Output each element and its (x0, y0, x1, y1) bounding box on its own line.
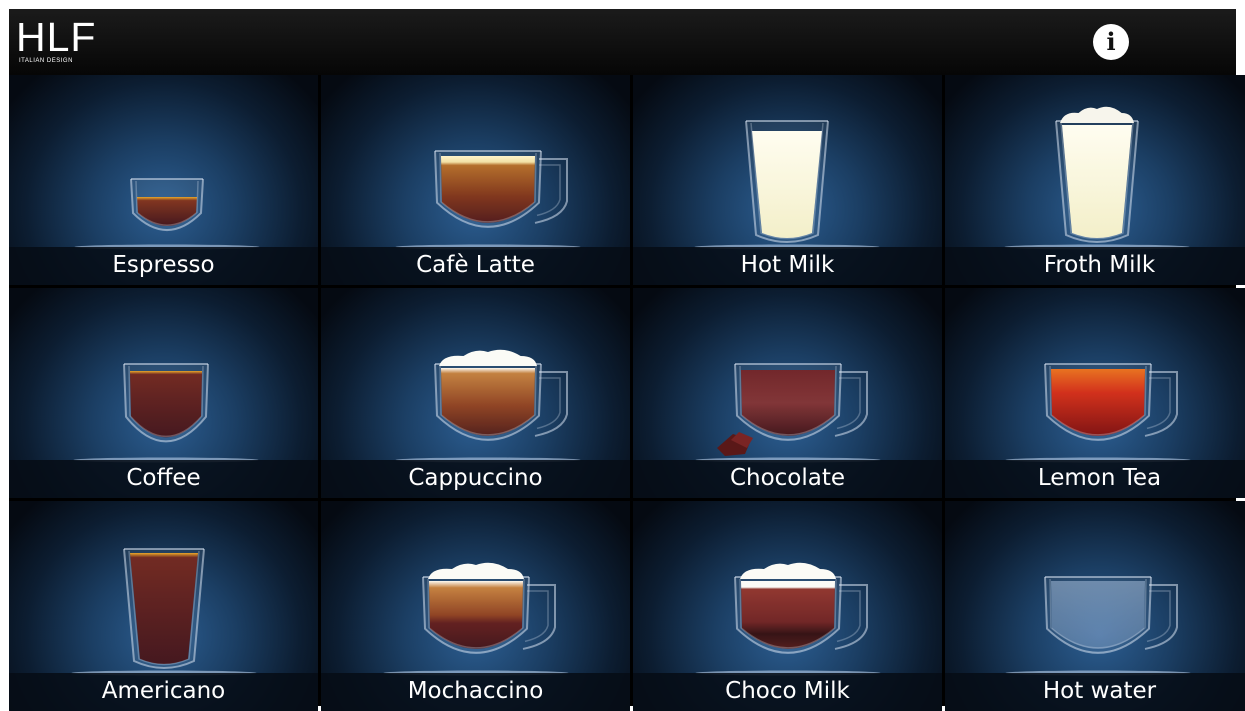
drink-label: Froth Milk (1043, 252, 1156, 278)
info-icon: i (1106, 27, 1116, 56)
drink-label: Lemon Tea (1037, 465, 1162, 491)
drink-label: Espresso (112, 252, 215, 278)
drink-label: Hot water (1042, 678, 1157, 704)
drink-tile-cafe-latte[interactable]: Cafè Latte (321, 75, 630, 285)
drink-tile-mochaccino[interactable]: Mochaccino (321, 501, 630, 711)
drink-tile-lemon-tea[interactable]: Lemon Tea (945, 288, 1245, 498)
info-button[interactable]: i (1093, 24, 1129, 60)
drink-tile-espresso[interactable]: Espresso (9, 75, 318, 285)
drink-tile-americano[interactable]: Americano (9, 501, 318, 711)
drink-tile-chocolate[interactable]: Chocolate (633, 288, 942, 498)
brand-logo: HLF ITALIAN DESIGN (16, 14, 97, 65)
drink-label: Coffee (126, 465, 201, 491)
drink-tile-hot-milk[interactable]: Hot Milk (633, 75, 942, 285)
drink-label: Americano (101, 678, 226, 704)
logo-text: HLF (16, 14, 97, 60)
drink-label: Mochaccino (407, 678, 544, 704)
drink-tile-coffee[interactable]: Coffee (9, 288, 318, 498)
app-frame: HLF ITALIAN DESIGN i Espresso Cafè Latte… (9, 9, 1245, 711)
drink-tile-choco-milk[interactable]: Choco Milk (633, 501, 942, 711)
drink-tile-froth-milk[interactable]: Froth Milk (945, 75, 1245, 285)
drink-label: Chocolate (729, 465, 846, 491)
drink-label: Choco Milk (725, 678, 850, 704)
drink-tile-hot-water[interactable]: Hot water (945, 501, 1245, 711)
drink-label: Hot Milk (740, 252, 835, 278)
drink-tile-cappuccino[interactable]: Cappuccino (321, 288, 630, 498)
drink-label: Cafè Latte (416, 252, 535, 278)
drink-label: Cappuccino (408, 465, 543, 491)
top-bar: HLF ITALIAN DESIGN i (9, 9, 1236, 75)
drink-grid: Espresso Cafè Latte Hot Milk Froth Milk … (9, 75, 1245, 711)
